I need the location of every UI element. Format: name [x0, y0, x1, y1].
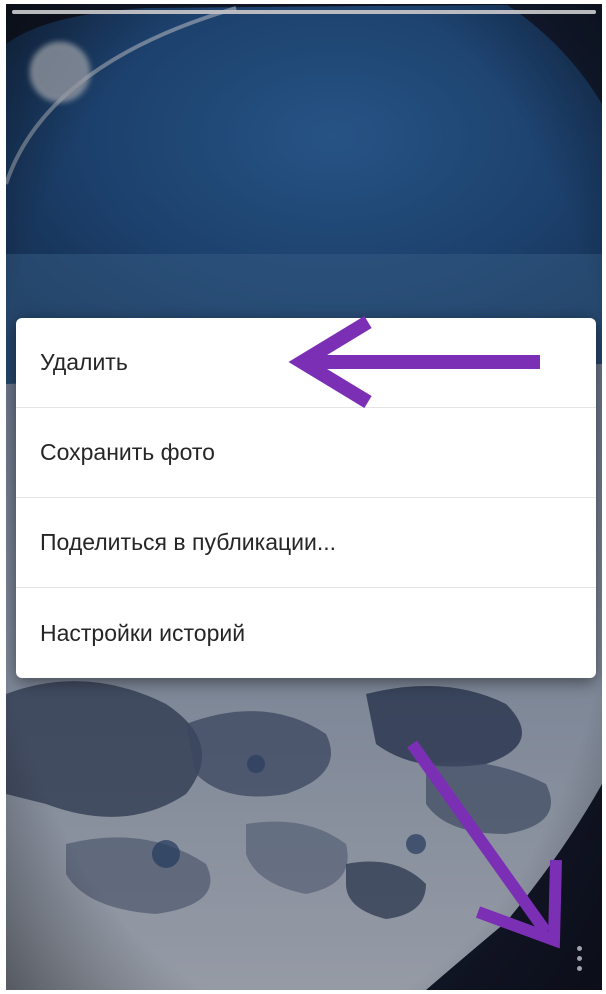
save-photo-menu-item[interactable]: Сохранить фото	[16, 408, 596, 498]
more-dot	[576, 955, 582, 961]
more-dot	[576, 965, 582, 971]
story-settings-menu-item[interactable]: Настройки историй	[16, 588, 596, 678]
story-screen: Удалить Сохранить фото Поделиться в публ…	[6, 4, 602, 990]
share-to-post-menu-item[interactable]: Поделиться в публикации...	[16, 498, 596, 588]
delete-menu-item[interactable]: Удалить	[16, 318, 596, 408]
more-options-icon[interactable]	[568, 938, 590, 978]
more-dot	[576, 945, 582, 951]
story-options-menu: Удалить Сохранить фото Поделиться в публ…	[16, 318, 596, 678]
